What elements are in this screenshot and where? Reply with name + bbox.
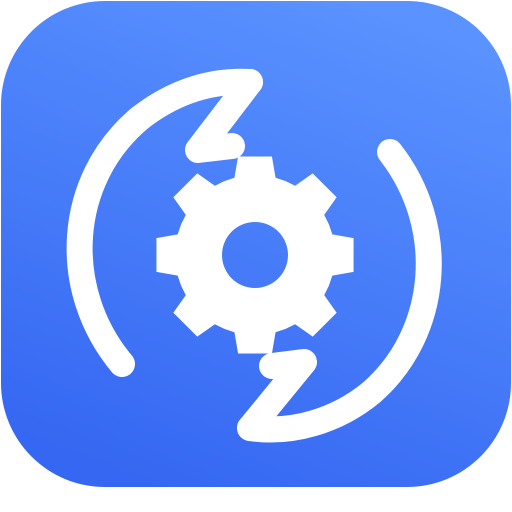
sync-gear-icon <box>1 1 511 487</box>
app-icon[interactable] <box>0 0 512 512</box>
